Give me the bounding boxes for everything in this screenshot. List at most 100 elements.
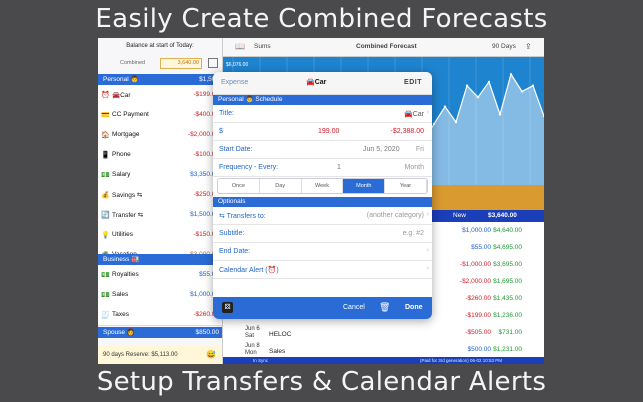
category-name: Savings ⇆ xyxy=(112,192,143,199)
category-icon: 💵 xyxy=(101,292,110,299)
category-name: 🚘Car xyxy=(112,92,131,99)
row-name: Sales xyxy=(269,348,286,355)
category-name: Salary xyxy=(112,171,131,178)
category-icon: ⏰ xyxy=(101,92,110,99)
category-name: Phone xyxy=(112,151,131,158)
segment-option[interactable]: Year xyxy=(385,179,427,193)
category-item[interactable]: 🧾 Taxes -$260.00 xyxy=(98,305,222,326)
category-panel: Balance at start of Today: Combined 3,64… xyxy=(98,38,223,364)
category-item[interactable]: 📱 Phone -$100.00 xyxy=(98,145,222,166)
amount-row[interactable]: $ 199.00 -$2,388.00 xyxy=(213,123,432,141)
new-button[interactable]: New xyxy=(453,212,466,219)
category-icon: 💵 xyxy=(101,172,110,179)
combined-value[interactable]: 3,640.00 xyxy=(160,58,202,69)
book-icon[interactable]: 📖 xyxy=(235,42,245,51)
row-amount: -$199.00 xyxy=(465,312,491,319)
chevron-right-icon: › xyxy=(426,211,429,218)
row-balance: $1,231.00 xyxy=(493,346,522,353)
frequency-label: Frequency - Every: xyxy=(219,164,279,171)
dialog-type: Expense xyxy=(221,79,249,86)
category-item[interactable]: 💵 Salary $3,350.00 xyxy=(98,165,222,186)
row-balance: $4,695.00 xyxy=(493,244,522,251)
start-date-row[interactable]: Start Date: Jun 5, 2020 Fri xyxy=(213,141,432,159)
category-item[interactable]: 🔄 Transfer ⇆ $1,500.00 xyxy=(98,205,222,226)
annual-amount: -$2,388.00 xyxy=(390,128,424,135)
edit-button[interactable]: EDIT xyxy=(404,79,422,86)
forecast-title: Combined Forecast xyxy=(356,43,417,50)
schedule-section: Personal 👨 Schedule xyxy=(213,95,432,105)
emoji-icon: 😅 xyxy=(206,350,216,359)
transfers-row[interactable]: ⇆ Transfers to: (another category) › xyxy=(213,207,432,225)
segment-option[interactable]: Once xyxy=(218,179,260,193)
section-spouse[interactable]: Spouse 👩 $850.00 xyxy=(98,327,222,338)
calendar-alert-row[interactable]: Calendar Alert (⏰) › xyxy=(213,261,432,279)
start-date-label: Start Date: xyxy=(219,146,253,153)
frequency-row[interactable]: Frequency - Every: 1 Month xyxy=(213,159,432,177)
category-icon: 💵 xyxy=(101,272,110,279)
category-icon: 📱 xyxy=(101,152,110,159)
edit-icon[interactable] xyxy=(208,58,218,68)
amount-input[interactable]: 199.00 xyxy=(318,128,339,135)
segment-option[interactable]: Month xyxy=(343,179,386,193)
category-item[interactable]: ⏰ 🚘Car -$199.00 xyxy=(98,85,222,106)
reserve-text: 90 days Reserve: $5,113.00 xyxy=(103,352,178,358)
category-item[interactable]: 💳 CC Payment -$400.00 xyxy=(98,105,222,126)
end-date-row[interactable]: End Date: › xyxy=(213,243,432,261)
category-item[interactable]: 💵 Sales $1,000.00 xyxy=(98,285,222,306)
data-point xyxy=(498,113,502,116)
chevron-right-icon: › xyxy=(426,247,429,254)
data-point xyxy=(487,80,491,84)
data-point xyxy=(531,84,535,87)
row-amount: -$505.00 xyxy=(465,329,491,336)
title-label: Title: xyxy=(219,110,234,117)
transfers-value: (another category) xyxy=(366,212,424,219)
trash-icon[interactable]: 🗑 xyxy=(379,302,390,313)
category-name: Sales xyxy=(112,291,129,298)
subtitle-input[interactable]: e.g. #2 xyxy=(403,230,424,237)
segment-option[interactable]: Week xyxy=(302,179,344,193)
category-name: Royalties xyxy=(112,271,139,278)
category-icon: 🧾 xyxy=(101,312,110,319)
title-row[interactable]: Title: 🚘Car › xyxy=(213,105,432,123)
row-amount: -$2,000.00 xyxy=(459,278,491,285)
frequency-number[interactable]: 1 xyxy=(337,164,341,171)
data-point xyxy=(520,90,524,93)
done-button[interactable]: Done xyxy=(405,304,423,311)
category-item[interactable]: 💡 Utilities -$150.00 xyxy=(98,225,222,246)
start-date-value[interactable]: Jun 5, 2020 xyxy=(363,146,400,153)
category-item[interactable]: 💵 Royalties $55.00 xyxy=(98,265,222,286)
optionals-section: Optionals xyxy=(213,197,432,207)
share-icon[interactable]: ⇪ xyxy=(525,42,532,51)
segment-option[interactable]: Day xyxy=(260,179,302,193)
reserve-bar: 90 days Reserve: $5,113.00 😅 xyxy=(98,346,222,364)
frequency-segmented-control[interactable]: Once Day Week Month Year xyxy=(217,178,428,194)
cancel-button[interactable]: Cancel xyxy=(343,304,365,311)
transfers-label: ⇆ Transfers to: xyxy=(219,213,266,220)
row-name: HELOC xyxy=(269,331,292,338)
section-personal[interactable]: Personal 👨 $1,500 xyxy=(98,74,222,85)
days-button[interactable]: 90 Days xyxy=(492,43,516,50)
row-balance: $1,236.00 xyxy=(493,312,522,319)
subtitle-label: Subtitle: xyxy=(219,230,245,237)
category-icon: 💰 xyxy=(101,192,110,199)
end-date-label: End Date: xyxy=(219,248,251,255)
dice-icon[interactable]: ⚄ xyxy=(222,302,233,313)
category-icon: 💳 xyxy=(101,112,110,119)
headline-bottom: Setup Transfers & Calendar Alerts xyxy=(96,367,547,397)
y-axis-max-label: $6,076.00 xyxy=(226,62,248,68)
sync-status: In Sync xyxy=(253,358,269,363)
combined-label: Combined xyxy=(120,60,146,66)
category-item[interactable]: 💰 Savings ⇆ -$250.00 xyxy=(98,185,222,206)
dialog-header: Expense 🚘Car EDIT xyxy=(213,72,432,95)
dialog-title: 🚘Car xyxy=(306,79,327,86)
data-point xyxy=(432,122,436,126)
subtitle-row[interactable]: Subtitle: e.g. #2 xyxy=(213,225,432,243)
section-business[interactable]: Business 🏭 xyxy=(98,254,222,265)
category-name: Taxes xyxy=(112,311,129,318)
category-item[interactable]: 🏠 Mortgage -$2,000.00 xyxy=(98,125,222,146)
sums-button[interactable]: Sums xyxy=(254,43,271,50)
category-icon: 🔄 xyxy=(101,212,110,219)
table-row[interactable]: Jun 6 Sat HELOC -$505.00 $731.00 xyxy=(223,324,544,342)
series-area xyxy=(423,74,544,185)
row-date: Jun 8 Mon xyxy=(245,343,260,356)
